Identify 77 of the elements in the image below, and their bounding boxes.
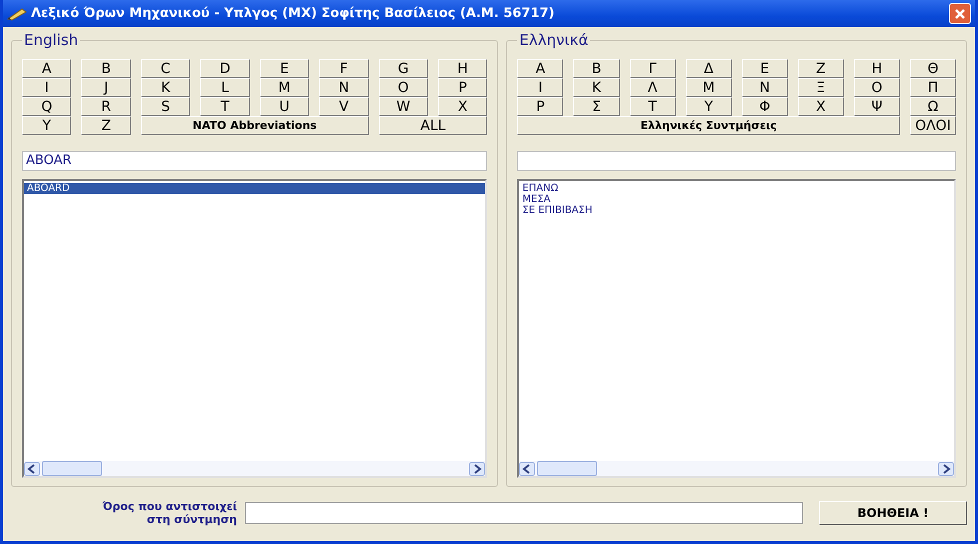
scroll-right-icon[interactable] xyxy=(938,462,954,476)
letter-button[interactable]: L xyxy=(200,78,250,97)
help-button[interactable]: ΒΟΗΘΕΙΑ ! xyxy=(819,501,967,525)
horizontal-scrollbar[interactable] xyxy=(519,461,954,476)
letter-button[interactable]: G xyxy=(378,59,428,78)
letter-button[interactable]: Ψ xyxy=(854,97,900,116)
letter-button[interactable]: S xyxy=(140,97,190,116)
letter-button[interactable]: Ι xyxy=(517,78,564,97)
letter-button[interactable]: Z xyxy=(81,116,131,135)
scroll-right-icon[interactable] xyxy=(469,462,486,476)
letter-button[interactable]: D xyxy=(200,59,250,78)
letter-button[interactable]: F xyxy=(319,59,369,78)
letter-button[interactable]: ΟΛΟΙ xyxy=(910,116,956,135)
letter-button[interactable]: W xyxy=(378,97,428,116)
letter-button[interactable]: Δ xyxy=(686,59,732,78)
letter-button[interactable]: Λ xyxy=(630,78,676,97)
letter-button[interactable]: Q xyxy=(22,97,72,116)
letter-button[interactable]: P xyxy=(438,78,488,97)
letter-button[interactable]: Κ xyxy=(573,78,620,97)
letter-button[interactable]: Ο xyxy=(854,78,900,97)
letter-button[interactable]: Α xyxy=(517,59,564,78)
letter-button[interactable]: Φ xyxy=(742,97,788,116)
scroll-left-icon[interactable] xyxy=(24,462,40,476)
letter-button[interactable]: J xyxy=(81,78,131,97)
letter-button[interactable]: Ρ xyxy=(517,97,564,116)
list-item[interactable]: ΣΕ ΕΠΙΒΙΒΑΣΗ xyxy=(519,205,954,216)
letter-button[interactable]: Σ xyxy=(573,97,620,116)
letter-button[interactable]: Θ xyxy=(910,59,956,78)
pencil-icon xyxy=(7,6,27,20)
scroll-left-icon[interactable] xyxy=(519,462,536,476)
letter-button[interactable]: Μ xyxy=(686,78,732,97)
letter-button[interactable]: C xyxy=(140,59,190,78)
letter-button[interactable]: I xyxy=(22,78,72,97)
group-title: Ελληνικά xyxy=(518,31,590,49)
letter-button[interactable]: N xyxy=(319,78,369,97)
letter-button[interactable]: K xyxy=(140,78,190,97)
letter-button[interactable]: Ξ xyxy=(798,78,844,97)
letter-button[interactable]: Ελληνικές Συντμήσεις xyxy=(517,116,900,135)
term-field[interactable] xyxy=(245,502,803,524)
letter-button[interactable]: O xyxy=(378,78,428,97)
scroll-thumb[interactable] xyxy=(42,461,102,476)
term-label: Όρος που αντιστοιχεί στη σύντμηση xyxy=(102,500,237,526)
close-button[interactable] xyxy=(949,3,971,24)
window-title: Λεξικό Όρων Μηχανικού - Υπλγος (ΜΧ) Σοφίτης Βασίλειος (Α.Μ. 56717) xyxy=(31,6,556,21)
letter-button[interactable]: B xyxy=(81,59,131,78)
letter-button[interactable]: Ζ xyxy=(798,59,844,78)
letter-button[interactable]: Π xyxy=(910,78,956,97)
letter-button[interactable]: A xyxy=(22,59,72,78)
letter-button[interactable]: Ε xyxy=(742,59,788,78)
list-item[interactable]: ΜΕΣΑ xyxy=(519,194,954,205)
search-field[interactable]: ABOAR xyxy=(22,151,488,171)
letter-button[interactable]: Ω xyxy=(910,97,956,116)
letter-button[interactable]: Γ xyxy=(630,59,676,78)
search-field[interactable] xyxy=(517,151,956,171)
letter-button[interactable]: E xyxy=(260,59,310,78)
letter-button[interactable]: R xyxy=(81,97,131,116)
group-title: English xyxy=(23,31,80,49)
letter-button[interactable]: Y xyxy=(22,116,72,135)
letter-button[interactable]: X xyxy=(438,97,488,116)
list-item[interactable]: ΕΠΑΝΩ xyxy=(519,183,954,194)
letter-button[interactable]: ALL xyxy=(378,116,488,135)
letter-button[interactable]: Υ xyxy=(686,97,732,116)
list-item[interactable]: ABOARD xyxy=(24,183,486,194)
letter-button[interactable]: Τ xyxy=(630,97,676,116)
letter-button[interactable]: Β xyxy=(573,59,620,78)
letter-button[interactable]: T xyxy=(200,97,250,116)
letter-button[interactable]: H xyxy=(438,59,488,78)
letter-button[interactable]: Η xyxy=(854,59,900,78)
close-icon xyxy=(954,8,966,20)
letter-button[interactable]: Ν xyxy=(742,78,788,97)
horizontal-scrollbar[interactable] xyxy=(24,461,486,476)
letter-button[interactable]: V xyxy=(319,97,369,116)
letter-button[interactable]: Χ xyxy=(798,97,844,116)
letter-button[interactable]: NATO Abbreviations xyxy=(140,116,369,135)
letter-button[interactable]: U xyxy=(260,97,310,116)
scroll-thumb[interactable] xyxy=(537,461,598,476)
letter-button[interactable]: M xyxy=(260,78,310,97)
